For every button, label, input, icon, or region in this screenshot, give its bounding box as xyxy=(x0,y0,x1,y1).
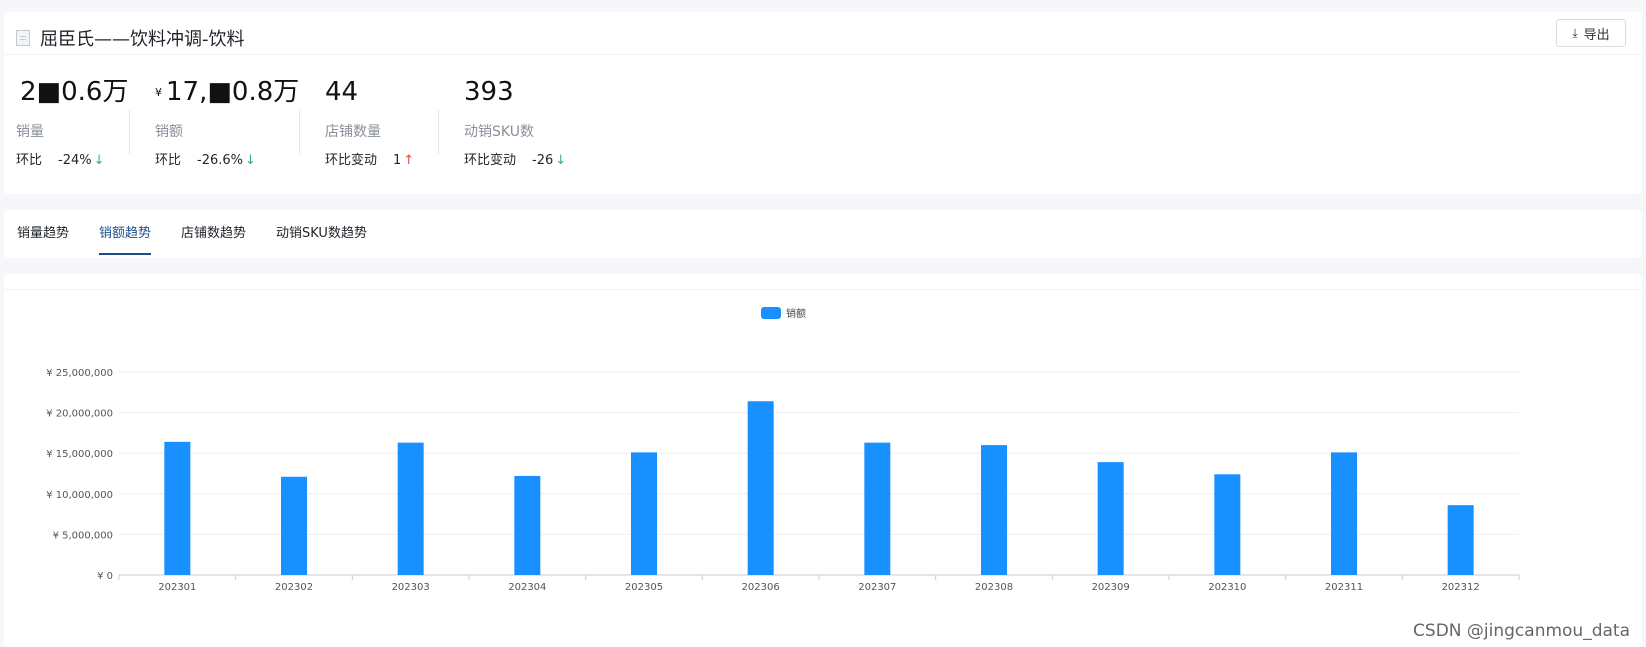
tab-sales-amount-trend[interactable]: 销额趋势 xyxy=(99,219,152,255)
x-tick-label: 202311 xyxy=(1325,582,1363,593)
metric-value: 393 xyxy=(464,77,514,107)
x-tick-label: 202307 xyxy=(858,582,896,593)
x-tick-label: 202308 xyxy=(975,582,1013,593)
metric-label: 销额 xyxy=(155,124,183,140)
x-tick-label: 202301 xyxy=(158,582,196,593)
x-tick-label: 202304 xyxy=(508,582,546,593)
metric-compare: 环比变动 -26 ↓ xyxy=(464,153,567,168)
y-tick-label: ¥ 10,000,000 xyxy=(46,490,113,501)
metric-value: ¥17,■0.8万 xyxy=(155,77,300,107)
metric-label: 店铺数量 xyxy=(325,124,381,140)
x-tick-label: 202312 xyxy=(1442,582,1480,593)
sales-amount-bar-chart: ¥ 0 ¥ 5,000,000 ¥ 10,000,000 ¥ 15,000,000 ¥ … xyxy=(46,307,1520,593)
bar-202305 xyxy=(631,452,657,575)
arrow-down-icon: ↓ xyxy=(555,153,567,168)
metric-compare: 环比 -24% ↓ xyxy=(16,153,105,168)
chart-card: ¥ 0 ¥ 5,000,000 ¥ 10,000,000 ¥ 15,000,000 ¥ … xyxy=(4,274,1642,647)
y-tick-label: ¥ 25,000,000 xyxy=(46,368,113,379)
bar-202304 xyxy=(514,475,541,575)
export-label: 导出 xyxy=(1583,27,1610,43)
document-icon xyxy=(16,30,30,46)
metric-label: 动销SKU数 xyxy=(464,124,534,140)
bar-202309 xyxy=(1097,462,1124,575)
y-tick-label: ¥ 20,000,000 xyxy=(46,409,113,420)
legend-swatch xyxy=(761,307,781,319)
tab-sales-volume-trend[interactable]: 销量趋势 xyxy=(17,219,69,249)
x-tick-label: 202310 xyxy=(1208,582,1246,593)
bar-202302 xyxy=(281,476,307,575)
bar-202307 xyxy=(864,442,891,575)
y-tick-label: ¥ 5,000,000 xyxy=(53,530,113,541)
trend-tabs: 销量趋势 销额趋势 店铺数趋势 动销SKU数趋势 xyxy=(4,210,1642,258)
tab-store-count-trend[interactable]: 店铺数趋势 xyxy=(181,219,246,249)
metric-value: 44 xyxy=(325,77,359,107)
download-icon: ⤓ xyxy=(1572,25,1578,40)
y-tick-label: ¥ 15,000,000 xyxy=(46,449,113,460)
export-button[interactable]: ⤓ 导出 xyxy=(1556,19,1626,47)
metric-sales-amount: ¥17,■0.8万 销额 环比 -26.6% ↓ xyxy=(155,74,299,170)
x-tick-label: 202302 xyxy=(275,582,313,593)
x-tick-label: 202303 xyxy=(392,582,430,593)
arrow-down-icon: ↓ xyxy=(245,153,256,168)
bar-202312 xyxy=(1447,505,1474,575)
bar-202310 xyxy=(1214,474,1241,575)
arrow-up-icon: ↑ xyxy=(403,153,415,168)
metric-divider xyxy=(438,110,439,154)
metric-value: 2■0.6万 xyxy=(20,77,129,107)
bar-202301 xyxy=(164,441,191,575)
metric-sales-volume: 2■0.6万 销量 环比 -24% ↓ xyxy=(16,74,128,170)
x-tick-label: 202305 xyxy=(625,582,663,593)
bar-202311 xyxy=(1331,452,1357,575)
metric-store-count: 44 店铺数量 环比变动 1 ↑ xyxy=(325,74,414,170)
x-tick-label: 202306 xyxy=(742,582,780,593)
page-title: 屈臣氏——饮料冲调-饮料 xyxy=(40,29,245,50)
bar-202303 xyxy=(397,442,424,575)
y-tick-label: ¥ 0 xyxy=(97,571,113,582)
title-row: 屈臣氏——饮料冲调-饮料 xyxy=(16,20,245,56)
watermark: CSDN @jingcanmou_data xyxy=(1413,621,1630,641)
metric-active-sku: 393 动销SKU数 环比变动 -26 ↓ xyxy=(464,74,566,170)
legend-label: 销额 xyxy=(786,307,806,320)
metric-divider xyxy=(129,110,130,154)
arrow-down-icon: ↓ xyxy=(93,153,105,168)
summary-card: 屈臣氏——饮料冲调-饮料 ⤓ 导出 2■0.6万 销量 环比 -24% ↓ ¥17,… xyxy=(4,12,1642,194)
metric-compare: 环比变动 1 ↑ xyxy=(325,153,415,168)
bar-202308 xyxy=(981,445,1007,575)
metric-divider xyxy=(299,110,300,154)
tab-active-sku-trend[interactable]: 动销SKU数趋势 xyxy=(276,219,367,249)
metric-label: 销量 xyxy=(16,124,44,140)
x-tick-label: 202309 xyxy=(1092,582,1130,593)
header-divider xyxy=(4,54,1642,55)
bar-202306 xyxy=(747,401,774,575)
metric-compare: 环比 -26.6% ↓ xyxy=(155,153,256,168)
